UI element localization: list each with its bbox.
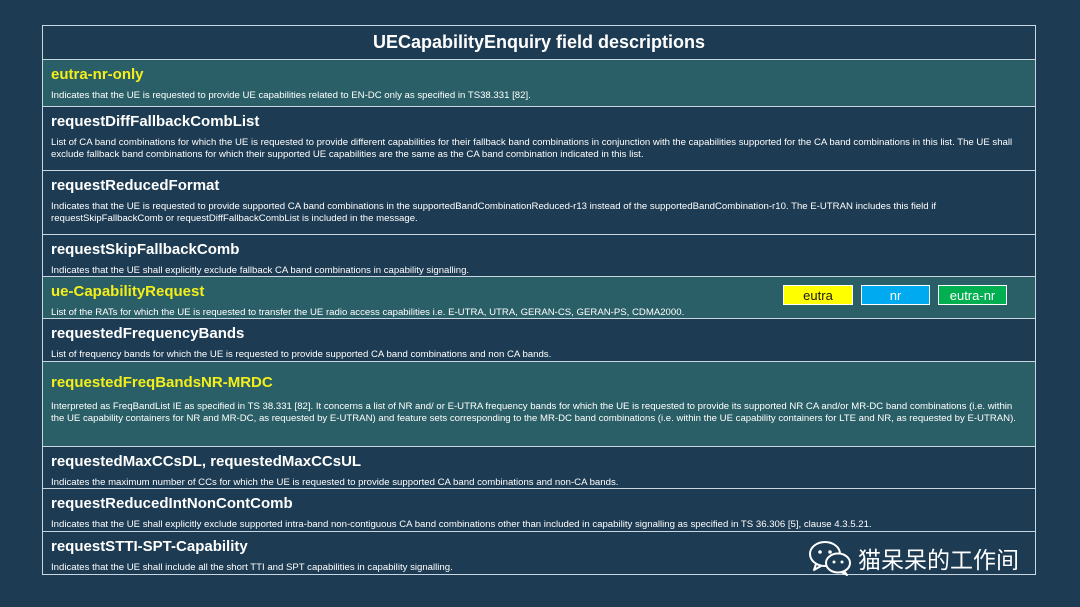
table-row-requested-max-ccs: requestedMaxCCsDL, requestedMaxCCsUL Ind… xyxy=(43,447,1035,489)
field-name: requestedFrequencyBands xyxy=(51,325,245,342)
field-name: requestedFreqBandsNR-MRDC xyxy=(51,374,273,391)
field-description: Indicates that the UE shall explicitly e… xyxy=(51,519,872,530)
field-name: eutra-nr-only xyxy=(51,66,144,83)
table-row-request-diff-fallback-comb-list: requestDiffFallbackCombList List of CA b… xyxy=(43,107,1035,171)
field-name: requestDiffFallbackCombList xyxy=(51,113,260,130)
slide: UECapabilityEnquiry field descriptions e… xyxy=(0,0,1080,607)
watermark: 猫呆呆的工作间 xyxy=(808,540,1019,576)
field-description: Indicates the maximum number of CCs for … xyxy=(51,477,619,488)
field-name: requestReducedIntNonContComb xyxy=(51,495,293,512)
tag-eutra-nr: eutra-nr xyxy=(938,285,1007,305)
table-row-request-skip-fallback-comb: requestSkipFallbackComb Indicates that t… xyxy=(43,235,1035,277)
field-name: requestSkipFallbackComb xyxy=(51,241,240,258)
tag-nr: nr xyxy=(861,285,930,305)
tag-eutra: eutra xyxy=(783,285,853,305)
wechat-icon xyxy=(809,541,851,576)
table-row-request-reduced-int-non-cont-comb: requestReducedIntNonContComb Indicates t… xyxy=(43,489,1035,532)
rat-tags: eutra nr eutra-nr xyxy=(783,285,1007,305)
field-description: Indicates that the UE is requested to pr… xyxy=(51,201,937,224)
table-title: UECapabilityEnquiry field descriptions xyxy=(43,26,1035,60)
field-descriptions-table: UECapabilityEnquiry field descriptions e… xyxy=(42,25,1036,575)
table-row-eutra-nr-only: eutra-nr-only Indicates that the UE is r… xyxy=(43,60,1035,107)
table-row-requested-frequency-bands: requestedFrequencyBands List of frequenc… xyxy=(43,319,1035,362)
field-description: Indicates that the UE is requested to pr… xyxy=(51,90,531,101)
field-description: Indicates that the UE shall explicitly e… xyxy=(51,265,470,276)
field-description: List of the RATs for which the UE is req… xyxy=(51,307,685,318)
field-name: requestedMaxCCsDL, requestedMaxCCsUL xyxy=(51,453,362,470)
watermark-text: 猫呆呆的工作间 xyxy=(858,548,1019,574)
table-row-requested-freq-bands-nr-mrdc: requestedFreqBandsNR-MRDC Interpreted as… xyxy=(43,362,1035,447)
field-description: List of CA band combinations for which t… xyxy=(51,137,1013,160)
table-row-ue-capability-request: ue-CapabilityRequest List of the RATs fo… xyxy=(43,277,1035,319)
field-description: List of frequency bands for which the UE… xyxy=(51,349,552,360)
field-description: Interpreted as FreqBandList IE as specif… xyxy=(51,401,1016,424)
field-name: requestReducedFormat xyxy=(51,177,220,194)
table-row-request-reduced-format: requestReducedFormat Indicates that the … xyxy=(43,171,1035,235)
